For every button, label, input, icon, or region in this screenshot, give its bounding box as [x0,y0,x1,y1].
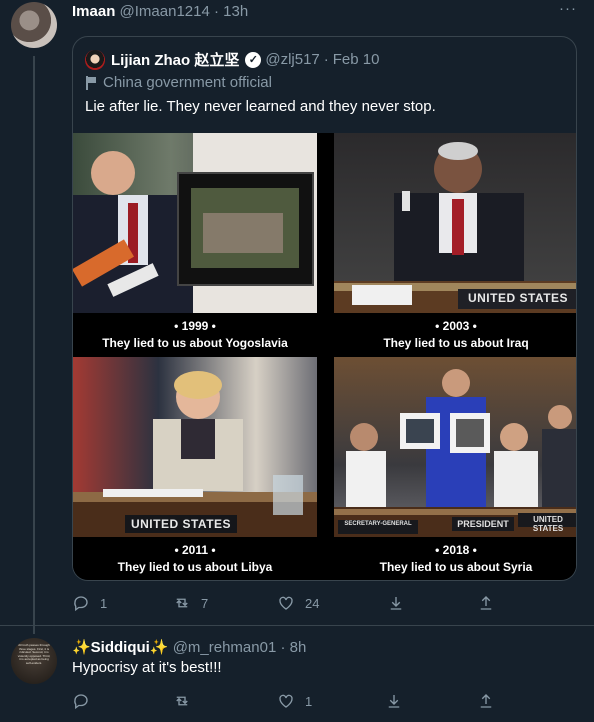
media-panel-2003[interactable]: UNITED STATES • 2003 • They lied to us a… [334,133,576,355]
panel-text: They lied to us about Iraq [383,336,529,350]
government-label: China government official [85,74,272,91]
quote-author-name: Lijian Zhao 赵立坚 [111,52,240,69]
like-button[interactable]: 24 [277,594,319,612]
author-name[interactable]: ✨Siddiqui✨ [72,639,169,656]
imaan-avatar[interactable] [11,2,57,48]
share-icon [480,596,492,610]
nameplate-president: PRESIDENT [457,519,509,529]
author-handle[interactable]: @m_rehman01 [173,639,277,656]
verified-badge-icon: ✓ [245,51,262,68]
tweet-divider [0,625,594,626]
quote-date: Feb 10 [332,51,380,68]
media-panel-1999[interactable]: • 1999 • They lied to us about Yogoslavi… [73,133,317,355]
photo: UNITED STATES [73,357,317,537]
download-button[interactable] [387,594,405,612]
share-button[interactable] [477,692,495,710]
siddiqui-avatar[interactable]: All truth passes through three stages. F… [11,638,57,684]
panel-text: They lied to us about Libya [117,560,273,574]
download-icon [390,597,402,610]
like-button[interactable]: 1 [277,692,312,710]
more-dots-icon[interactable]: ··· [559,0,577,17]
tweet-text: Hypocrisy at it's best!!! [72,659,222,676]
government-label-text: China government official [103,74,272,91]
panel-text: They lied to us about Syria [379,560,533,574]
dot-separator: · [280,639,286,656]
nameplate-us: UNITED STATES [532,515,564,533]
flag-icon [85,75,97,90]
panel-year: • 1999 • [174,319,216,333]
media-grid[interactable]: • 1999 • They lied to us about Yogoslavi… [73,133,576,580]
photo-illustration [73,133,317,313]
reply-count: 1 [100,595,108,611]
heart-icon [279,694,293,708]
quote-text: Lie after lie. They never learned and th… [85,98,436,115]
reply-icon [74,596,88,612]
photo-illustration [334,142,576,313]
retweet-button[interactable] [173,692,191,710]
share-icon [480,694,492,708]
media-panel-2018[interactable]: SECRETARY-GENERAL PRESIDENT UNITED STATE… [334,357,576,579]
panel-caption: • 2018 • They lied to us about Syria [334,537,576,579]
thread-line [33,56,35,634]
quote-header: Lijian Zhao 赵立坚 ✓ @zlj517 · Feb 10 [85,49,379,70]
panel-caption: • 2003 • They lied to us about Iraq [334,313,576,355]
author-name[interactable]: Imaan [72,3,115,20]
nameplate: UNITED STATES [130,517,232,531]
like-count: 24 [305,595,320,611]
retweet-button[interactable]: 7 [173,594,208,612]
share-button[interactable] [477,594,495,612]
panel-year: • 2003 • [435,319,477,333]
panel-year: • 2018 • [435,543,477,557]
panel-text: They lied to us about Yogoslavia [102,336,288,350]
reply-button[interactable] [72,692,90,710]
tweet1-header: Imaan @Imaan1214 · 13h [72,3,248,20]
panel-year: • 2011 • [174,543,216,557]
nameplate-secretary: SECRETARY-GENERAL [344,521,412,527]
retweet-count: 7 [201,595,209,611]
author-handle[interactable]: @Imaan1214 [120,3,210,20]
quote-handle: @zlj517 [265,51,320,68]
photo-illustration [73,371,317,537]
quoted-tweet[interactable]: Lijian Zhao 赵立坚 ✓ @zlj517 · Feb 10 China… [72,36,577,581]
photo-illustration [334,369,576,537]
retweet-icon [176,598,188,608]
panel-caption: • 2011 • They lied to us about Libya [73,537,317,579]
reply-button[interactable]: 1 [72,594,107,612]
download-icon [388,695,400,708]
avatar-quote-text: All truth passes through three stages. F… [17,644,51,665]
photo: SECRETARY-GENERAL PRESIDENT UNITED STATE… [334,357,576,537]
retweet-icon [176,696,188,706]
tweet-time[interactable]: 13h [223,3,248,20]
panel-caption: • 1999 • They lied to us about Yogoslavi… [73,313,317,355]
tweet2-header: ✨Siddiqui✨ @m_rehman01 · 8h [72,638,306,656]
dot-separator: · [214,3,219,20]
photo [73,133,317,313]
heart-icon [279,596,293,610]
like-count: 1 [305,693,313,709]
quote-avatar [85,49,105,70]
nameplate: UNITED STATES [467,291,569,305]
tweet-time[interactable]: 8h [290,639,307,656]
media-panel-2011[interactable]: UNITED STATES • 2011 • They lied to us a… [73,357,317,579]
download-button[interactable] [385,692,403,710]
photo: UNITED STATES [334,133,576,313]
dot-separator: · [323,51,329,68]
reply-icon [74,694,88,710]
